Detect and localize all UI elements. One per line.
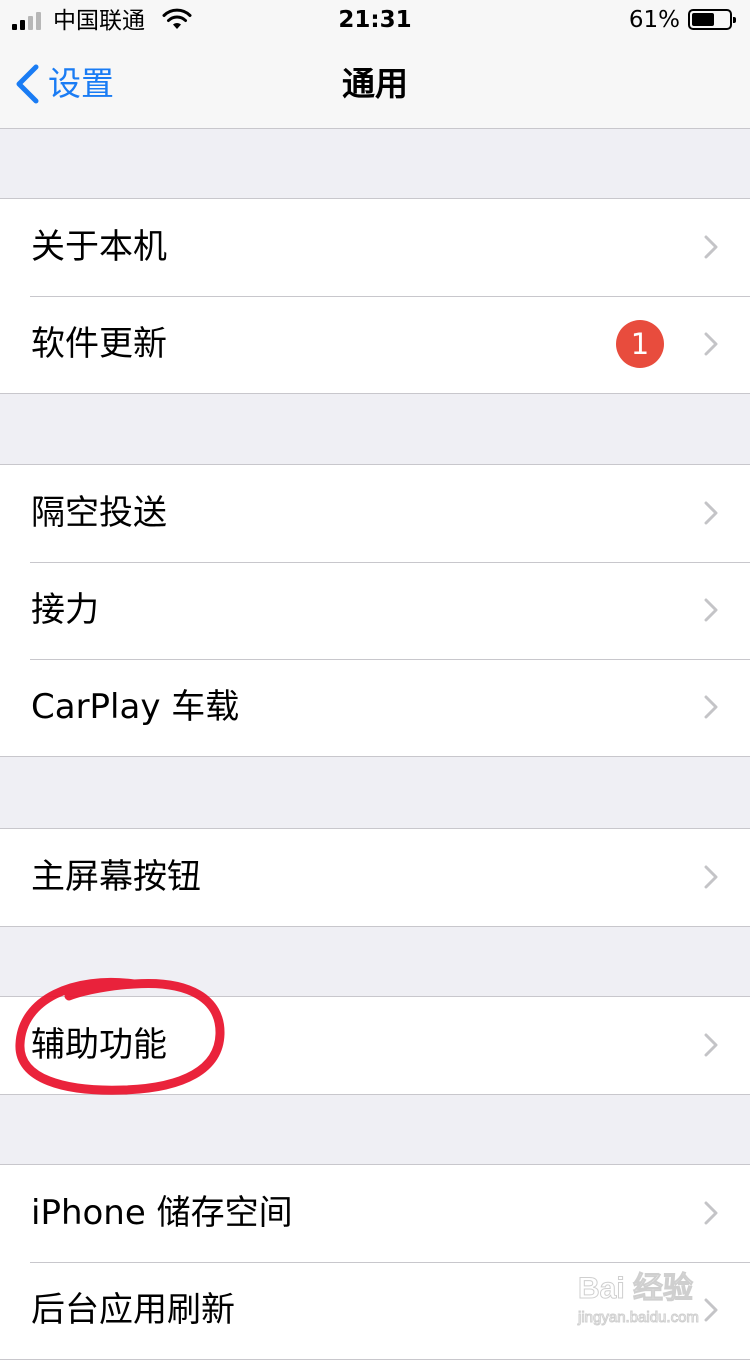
row-label: 软件更新	[31, 324, 167, 364]
chevron-right-icon	[704, 598, 718, 622]
row-iphone-storage[interactable]: iPhone 储存空间	[0, 1165, 750, 1262]
chevron-right-icon	[704, 1298, 718, 1322]
row-label: 隔空投送	[31, 493, 167, 533]
chevron-right-icon	[704, 501, 718, 525]
row-label: 关于本机	[31, 227, 167, 267]
status-bar: 中国联通 21:31 61%	[0, 0, 750, 40]
battery-icon	[688, 9, 736, 30]
settings-group-storage: iPhone 储存空间 后台应用刷新	[0, 1164, 750, 1360]
row-airdrop[interactable]: 隔空投送	[0, 465, 750, 562]
row-background-app-refresh[interactable]: 后台应用刷新	[0, 1262, 750, 1359]
row-label: 辅助功能	[31, 1025, 167, 1065]
row-label: iPhone 储存空间	[31, 1193, 293, 1233]
row-label: 后台应用刷新	[31, 1290, 235, 1330]
row-accessibility[interactable]: 辅助功能	[0, 997, 750, 1094]
navigation-bar: 设置 通用	[0, 40, 750, 129]
settings-group-connectivity: 隔空投送 接力 CarPlay 车载	[0, 464, 750, 757]
settings-group-accessibility: 辅助功能	[0, 996, 750, 1095]
settings-group-about: 关于本机 软件更新 1	[0, 198, 750, 394]
settings-group-home-button: 主屏幕按钮	[0, 828, 750, 927]
chevron-right-icon	[704, 235, 718, 259]
battery-level	[692, 13, 714, 26]
chevron-right-icon	[704, 1201, 718, 1225]
row-home-button[interactable]: 主屏幕按钮	[0, 829, 750, 926]
row-about[interactable]: 关于本机	[0, 199, 750, 296]
chevron-right-icon	[704, 1033, 718, 1057]
page-title: 通用	[342, 64, 408, 103]
row-handoff[interactable]: 接力	[0, 562, 750, 659]
chevron-right-icon	[704, 332, 718, 356]
row-label: CarPlay 车载	[31, 687, 240, 727]
chevron-right-icon	[704, 865, 718, 889]
notification-badge: 1	[616, 320, 664, 368]
row-label: 主屏幕按钮	[31, 857, 201, 897]
battery-percentage: 61%	[628, 7, 680, 33]
row-label: 接力	[31, 590, 99, 630]
chevron-right-icon	[704, 695, 718, 719]
row-carplay[interactable]: CarPlay 车载	[0, 659, 750, 756]
row-software-update[interactable]: 软件更新 1	[0, 296, 750, 393]
